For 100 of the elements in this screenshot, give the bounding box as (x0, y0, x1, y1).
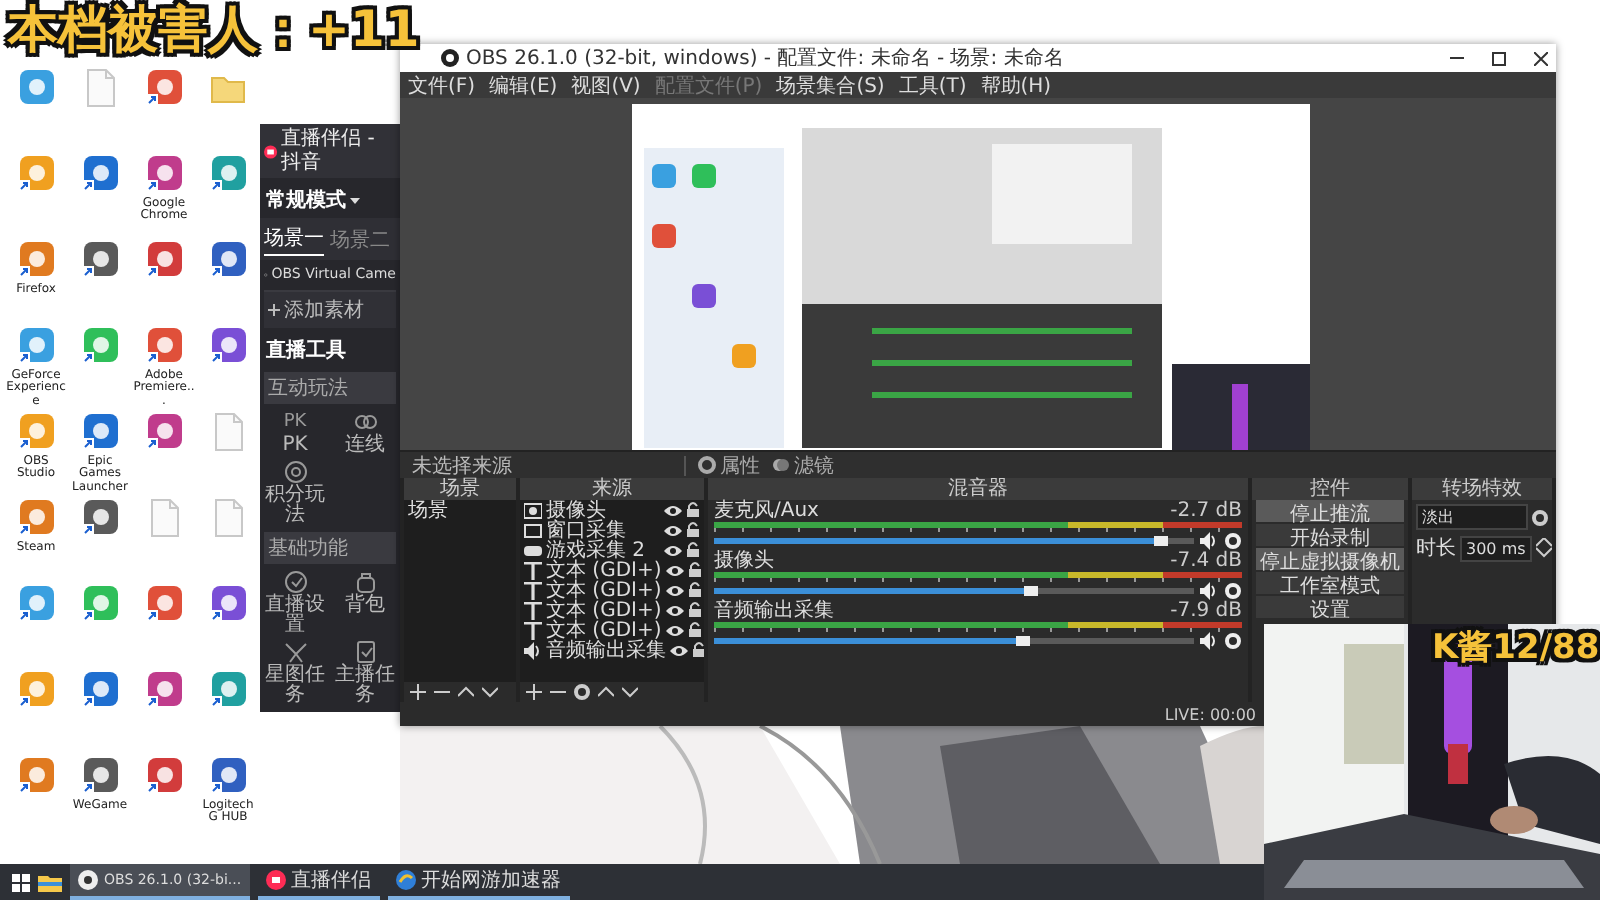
app-icon[interactable] (80, 154, 120, 194)
close-icon[interactable] (1534, 51, 1548, 65)
app-icon[interactable] (208, 670, 248, 710)
up-icon[interactable] (598, 684, 614, 700)
start-icon[interactable] (12, 873, 30, 891)
app-icon[interactable] (80, 240, 120, 280)
app-logo-icon (265, 870, 286, 890)
control-button[interactable]: 停止虚拟摄像机 (1256, 548, 1404, 570)
tool-button[interactable]: 背包 (332, 570, 398, 636)
minimize-icon[interactable] (1450, 52, 1464, 64)
eye-icon[interactable] (665, 583, 684, 597)
tool-button[interactable]: 主播任务 (332, 640, 398, 706)
speaker-icon[interactable] (1200, 532, 1218, 550)
scene-item[interactable]: 场景 (404, 500, 516, 520)
speaker-icon[interactable] (1200, 582, 1218, 600)
app-icon[interactable] (208, 154, 248, 194)
menu-item[interactable]: 场景集合(S) (776, 71, 885, 99)
live-status: LIVE: 00:00 (1164, 705, 1256, 723)
eye-icon[interactable] (664, 503, 682, 517)
add-material-button[interactable]: 添加素材 (264, 290, 396, 328)
maximize-icon[interactable] (1492, 51, 1506, 65)
eye-icon[interactable] (665, 603, 684, 617)
gear-icon[interactable] (1532, 509, 1548, 525)
app-icon[interactable] (80, 670, 120, 710)
add-icon[interactable] (410, 684, 426, 700)
tool-button[interactable]: PK PK (262, 410, 328, 456)
down-icon[interactable] (622, 684, 638, 700)
app-icon[interactable] (16, 326, 56, 366)
app-icon[interactable] (144, 584, 184, 624)
lock-icon[interactable] (686, 542, 700, 558)
app-icon[interactable] (208, 326, 248, 366)
lock-icon[interactable] (687, 582, 702, 598)
lock-icon[interactable] (692, 642, 704, 658)
caret-icon[interactable] (350, 197, 360, 203)
tool-button[interactable]: 连线 (332, 410, 398, 456)
down-icon[interactable] (482, 684, 498, 700)
lock-icon[interactable] (687, 622, 702, 638)
tool-button[interactable]: 星图任务 (262, 640, 328, 706)
speaker-icon[interactable] (1200, 632, 1218, 650)
app-icon[interactable] (80, 498, 120, 538)
app-icon[interactable] (16, 240, 56, 280)
eye-icon[interactable] (665, 563, 684, 577)
volume-slider[interactable] (714, 638, 1194, 644)
transition-select[interactable]: 淡出 (1416, 504, 1528, 530)
spinner-icon[interactable] (1535, 538, 1552, 558)
menu-item[interactable]: 文件(F) (408, 71, 476, 99)
obs-logo-icon (78, 870, 98, 890)
overlay-caption: 本档被害人：+11 (8, 4, 420, 54)
lock-icon[interactable] (686, 522, 700, 538)
eye-icon[interactable] (665, 623, 684, 637)
up-icon[interactable] (458, 684, 474, 700)
app-icon[interactable] (16, 68, 56, 108)
add-icon[interactable] (526, 684, 542, 700)
volume-slider[interactable] (714, 588, 1194, 594)
scene-tab[interactable]: 场景二 (330, 222, 390, 256)
eye-icon[interactable] (664, 523, 682, 537)
control-button[interactable]: 工作室模式 (1256, 572, 1404, 594)
app-icon[interactable] (144, 240, 184, 280)
slider-thumb[interactable] (1015, 636, 1030, 646)
menu-item[interactable]: 视图(V) (571, 71, 641, 99)
control-button[interactable]: 停止推流 (1256, 500, 1404, 522)
control-button[interactable]: 开始录制 (1256, 524, 1404, 546)
taskbar-item[interactable]: 直播伴侣 (257, 864, 380, 900)
app-icon[interactable] (16, 498, 56, 538)
menu-item[interactable]: 编辑(E) (489, 71, 558, 99)
control-button[interactable]: 设置 (1256, 596, 1404, 618)
scene-tab[interactable]: 场景一 (264, 222, 324, 256)
slider-thumb[interactable] (1024, 586, 1039, 596)
app-icon[interactable] (208, 756, 248, 796)
app-icon[interactable] (144, 68, 184, 108)
text-icon (524, 581, 542, 599)
app-icon[interactable] (80, 412, 120, 452)
source-item[interactable]: 音频输出采集 (546, 636, 666, 664)
app-icon[interactable] (80, 756, 120, 796)
lock-icon[interactable] (687, 562, 702, 578)
tool-button[interactable]: 积分玩法 (262, 460, 328, 526)
duration-field[interactable]: 300 ms (1460, 535, 1532, 561)
channel-name: 音频输出采集 (714, 602, 834, 622)
eye-icon[interactable] (664, 543, 682, 557)
menu-item[interactable]: 帮助(H) (980, 71, 1052, 99)
app-icon[interactable] (208, 584, 248, 624)
gear-icon[interactable] (574, 684, 590, 700)
app-icon[interactable] (208, 240, 248, 280)
slider-thumb[interactable] (1154, 536, 1169, 546)
folder-icon[interactable] (38, 872, 62, 892)
lock-icon[interactable] (686, 502, 700, 518)
app-icon[interactable] (16, 584, 56, 624)
toolbar-button[interactable]: 属性 (698, 451, 760, 479)
tool-button[interactable]: 直播设置 (262, 570, 328, 636)
app-icon[interactable] (144, 154, 184, 194)
app-icon[interactable] (144, 756, 184, 796)
mode-selector[interactable]: 常规模式 (266, 186, 346, 214)
app-icon[interactable] (144, 412, 184, 452)
taskbar-item[interactable]: 开始网游加速器 (387, 864, 570, 900)
app-icon[interactable] (144, 326, 184, 366)
app-icon[interactable] (16, 756, 56, 796)
lock-icon[interactable] (687, 602, 702, 618)
menu-item[interactable]: 工具(T) (898, 71, 967, 99)
eye-icon[interactable] (670, 643, 688, 657)
app-icon[interactable] (144, 670, 184, 710)
